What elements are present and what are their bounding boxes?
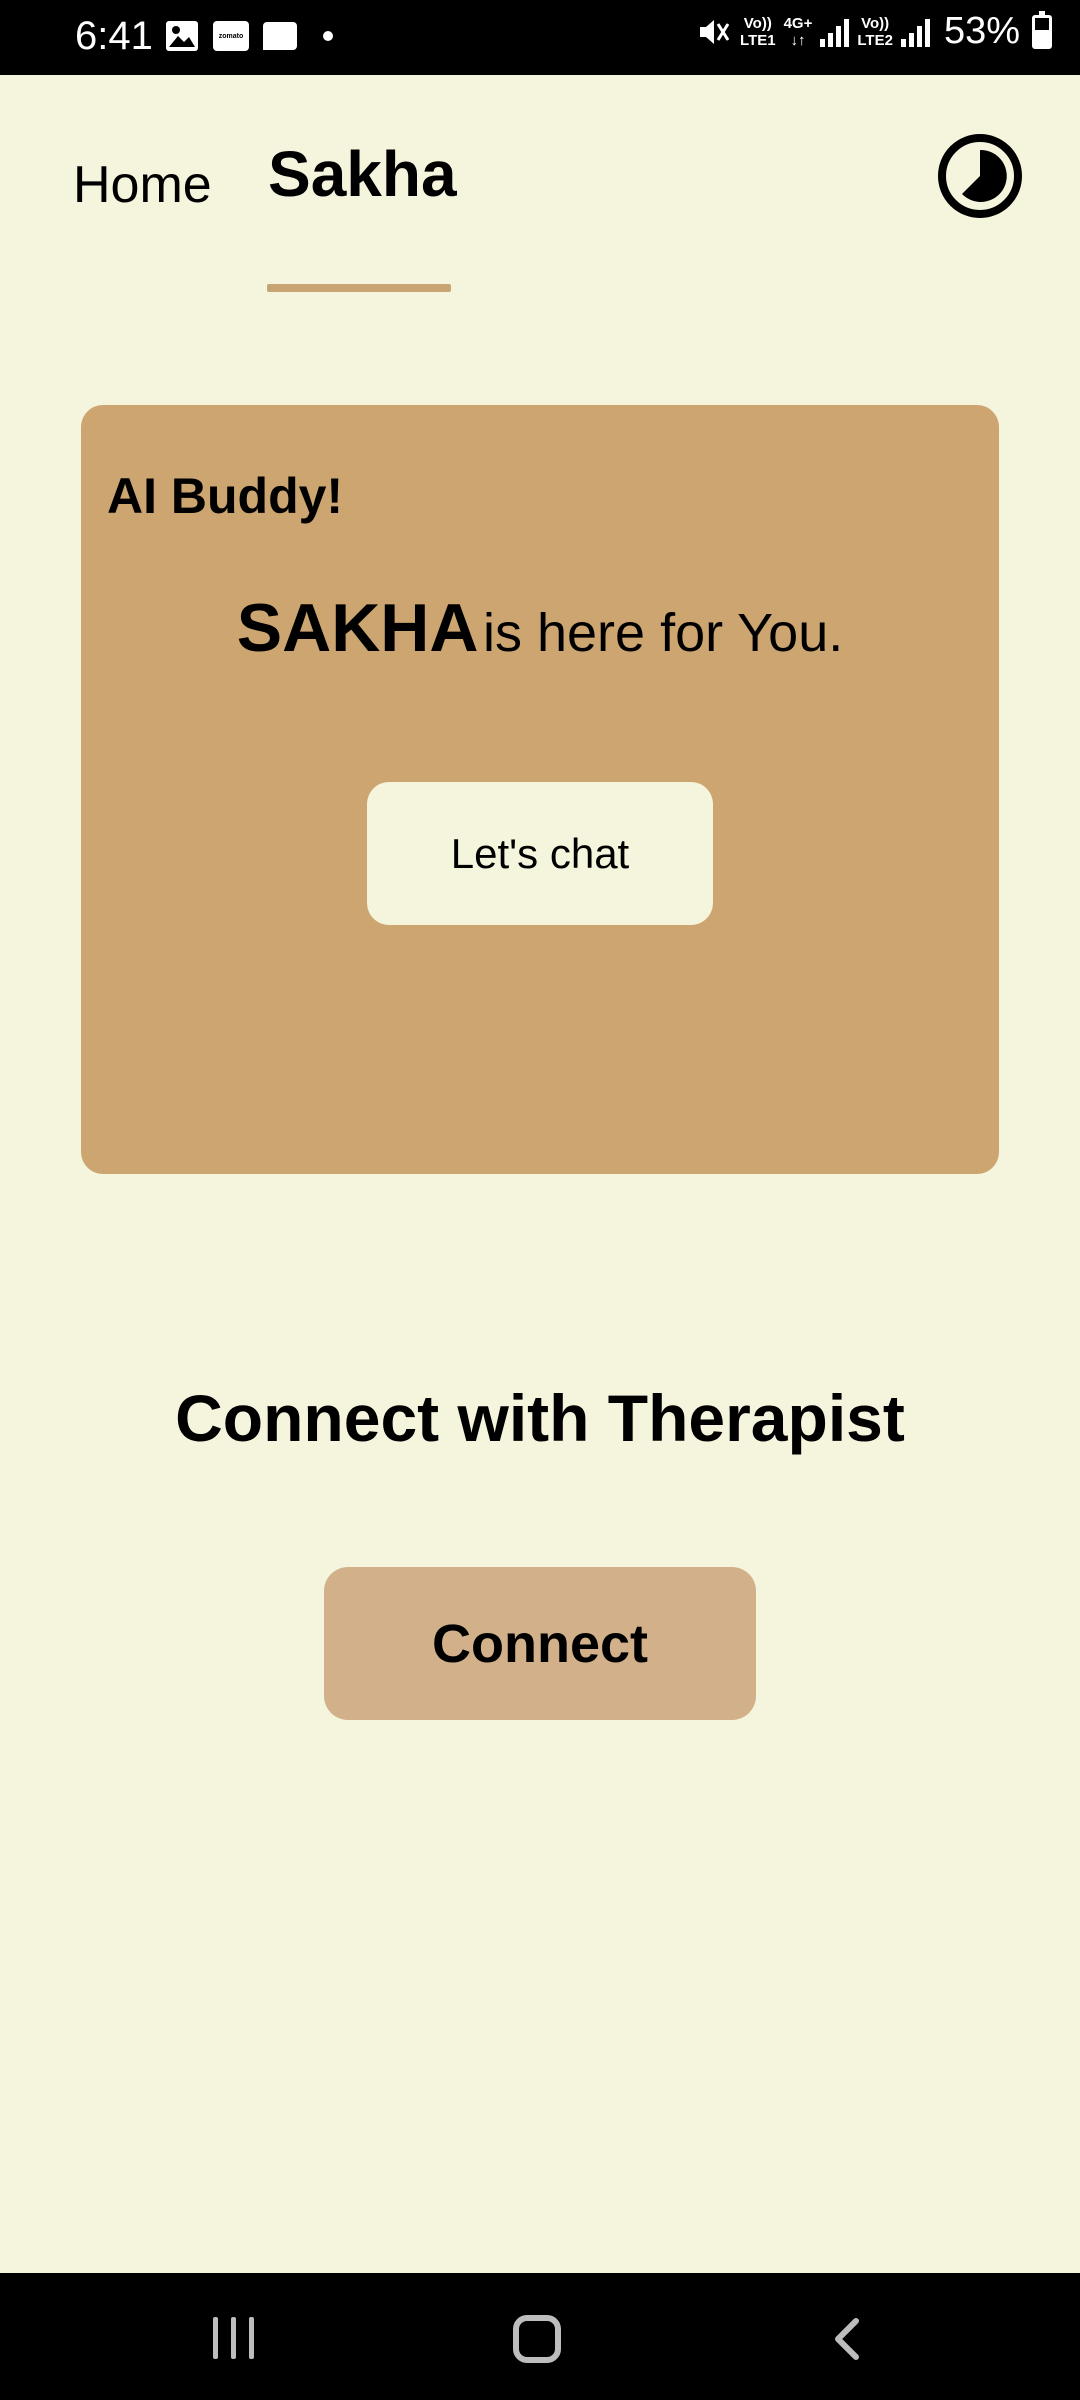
battery-percent: 53%	[943, 10, 1020, 52]
sim1-indicator: Vo)) LTE1	[740, 14, 776, 49]
tab-sakha[interactable]: Sakha	[268, 137, 457, 211]
theme-toggle-icon[interactable]	[936, 132, 1024, 220]
tab-home[interactable]: Home	[73, 155, 212, 215]
notification-icons: zomato	[165, 20, 333, 52]
therapist-section-title: Connect with Therapist	[175, 1381, 905, 1455]
active-tab-indicator	[267, 284, 451, 292]
network-type: 4G+ ↓↑	[783, 14, 813, 49]
connect-button[interactable]: Connect	[324, 1567, 756, 1720]
status-bar: 6:41 zomato Vo)) LTE1 4G+ ↓↑ Vo)) LTE2 5…	[0, 0, 1080, 75]
ai-buddy-card: AI Buddy! SAKHA is here for You. Let's c…	[81, 405, 999, 1174]
status-right: Vo)) LTE1 4G+ ↓↑ Vo)) LTE2 53%	[696, 10, 1052, 53]
recents-icon[interactable]	[213, 2317, 254, 2359]
back-icon[interactable]	[826, 2317, 866, 2361]
gallery-icon	[166, 21, 198, 51]
signal-icon-2	[900, 17, 930, 47]
ai-brand-name: SAKHA	[236, 590, 479, 666]
dot-icon	[323, 31, 333, 41]
home-icon[interactable]	[513, 2315, 561, 2363]
sim2-indicator: Vo)) LTE2	[857, 14, 893, 49]
ai-card-tagline-line: SAKHA is here for You.	[81, 589, 999, 667]
zomato-icon: zomato	[213, 21, 249, 51]
message-icon	[263, 22, 297, 50]
signal-icon-1	[820, 17, 850, 47]
ai-tagline: is here for You.	[482, 603, 844, 663]
mute-icon	[700, 19, 730, 44]
ai-card-title: AI Buddy!	[107, 468, 344, 524]
status-time: 6:41	[75, 14, 153, 58]
lets-chat-button[interactable]: Let's chat	[367, 782, 713, 925]
top-nav: Home Sakha	[0, 75, 1080, 295]
battery-icon	[1032, 10, 1052, 49]
system-nav-bar	[0, 2273, 1080, 2400]
